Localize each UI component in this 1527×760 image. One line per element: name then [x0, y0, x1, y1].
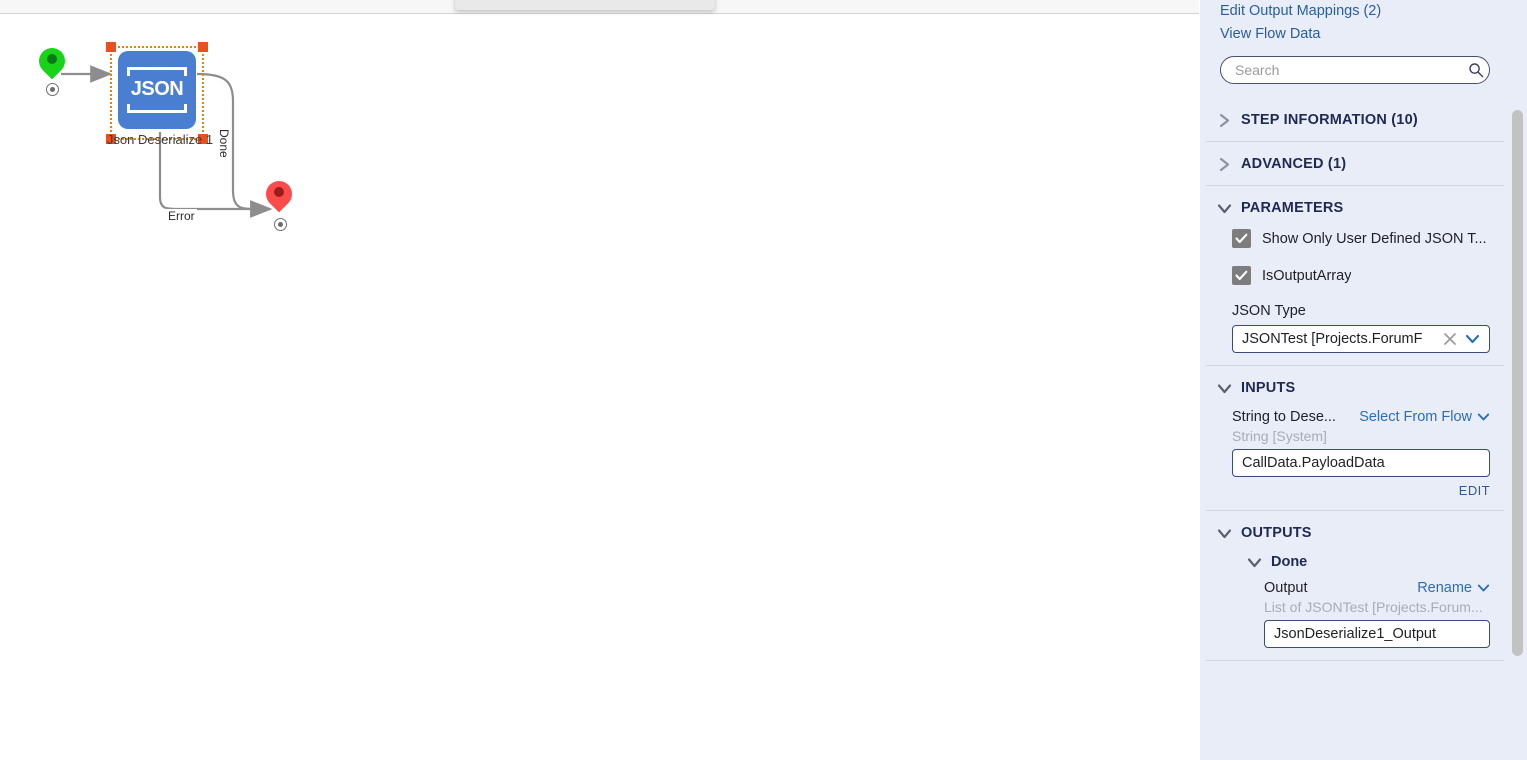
checkbox-row-is-output-array[interactable]: IsOutputArray	[1232, 266, 1490, 285]
floating-toolbar-fragment	[455, 0, 715, 10]
section-advanced[interactable]: ADVANCED (1)	[1200, 142, 1510, 185]
checkbox-is-output-array[interactable]	[1232, 266, 1251, 285]
search-container	[1200, 46, 1510, 84]
section-step-information[interactable]: STEP INFORMATION (10)	[1200, 98, 1510, 141]
checkbox-label-show-only-user-defined: Show Only User Defined JSON T...	[1262, 230, 1487, 247]
outputs-body: Done Output Rename List of JSONTest [Pro…	[1200, 554, 1510, 660]
section-title-step-information: STEP INFORMATION (10)	[1241, 112, 1418, 128]
chevron-down-icon[interactable]	[1461, 326, 1483, 352]
checkbox-row-show-only-user-defined[interactable]: Show Only User Defined JSON T...	[1232, 229, 1490, 248]
start-port-core	[50, 87, 55, 92]
rename-output-label: Rename	[1417, 580, 1472, 596]
section-inputs[interactable]: INPUTS	[1200, 366, 1510, 409]
checkbox-label-is-output-array: IsOutputArray	[1262, 267, 1352, 284]
panel-scrollbar-thumb[interactable]	[1512, 110, 1523, 656]
select-from-flow-label: Select From Flow	[1359, 409, 1472, 425]
section-parameters[interactable]: PARAMETERS	[1200, 186, 1510, 229]
output-field: Output Rename List of JSONTest [Projects…	[1246, 580, 1490, 648]
end-port-core	[278, 222, 283, 227]
output-group-done: Done Output Rename List of JSONTest [Pro…	[1232, 554, 1490, 648]
flow-canvas[interactable]: JSON Json Deserialize 1 Done Error	[0, 15, 1199, 760]
edit-input-link[interactable]: EDIT	[1232, 483, 1490, 498]
chevron-down-icon	[1477, 583, 1490, 593]
panel-scrollbar-track[interactable]	[1512, 0, 1525, 760]
section-title-advanced: ADVANCED (1)	[1241, 156, 1347, 172]
end-pin[interactable]	[260, 175, 298, 219]
chevron-down-icon	[1216, 525, 1232, 541]
start-port[interactable]	[46, 83, 59, 96]
divider	[1206, 660, 1504, 661]
start-pin-dot	[47, 54, 57, 64]
panel-links: Edit Output Mappings (2) View Flow Data	[1200, 0, 1510, 46]
input-type-hint: String [System]	[1232, 428, 1327, 444]
chevron-right-icon	[1216, 112, 1232, 128]
chevron-down-icon	[1246, 554, 1262, 570]
chevron-down-icon	[1477, 412, 1490, 422]
output-field-header: Output Rename	[1264, 580, 1490, 596]
edge-label-done: Done	[217, 127, 231, 160]
resize-handle-top-left[interactable]	[106, 42, 116, 52]
rename-output-link[interactable]: Rename	[1417, 580, 1490, 596]
output-group-title: Done	[1271, 554, 1308, 570]
output-group-header[interactable]: Done	[1246, 554, 1490, 570]
view-flow-data-link[interactable]: View Flow Data	[1220, 23, 1490, 46]
output-field-label: Output	[1264, 580, 1308, 596]
search-box[interactable]	[1220, 56, 1490, 84]
app-root: JSON Json Deserialize 1 Done Error Edit …	[0, 0, 1527, 760]
select-from-flow-link[interactable]: Select From Flow	[1359, 409, 1490, 425]
chevron-right-icon	[1216, 156, 1232, 172]
end-port[interactable]	[274, 218, 287, 231]
checkbox-show-only-user-defined[interactable]	[1232, 229, 1251, 248]
output-value-field[interactable]: JsonDeserialize1_Output	[1264, 620, 1490, 648]
edit-output-mappings-link[interactable]: Edit Output Mappings (2)	[1220, 0, 1490, 23]
section-title-outputs: OUTPUTS	[1241, 525, 1312, 541]
node-selection-box[interactable]	[106, 42, 208, 144]
end-pin-dot	[274, 187, 284, 197]
output-type-hint: List of JSONTest [Projects.Forum...	[1264, 599, 1483, 615]
input-field-label: String to Dese...	[1232, 409, 1336, 425]
start-pin[interactable]	[33, 42, 71, 86]
properties-panel: Edit Output Mappings (2) View Flow Data	[1199, 0, 1527, 760]
close-icon[interactable]	[1439, 326, 1461, 352]
section-title-inputs: INPUTS	[1241, 380, 1296, 396]
top-toolbar-strip	[0, 0, 1199, 14]
section-outputs[interactable]: OUTPUTS	[1200, 511, 1510, 554]
json-type-label: JSON Type	[1232, 303, 1306, 319]
search-input[interactable]	[1221, 62, 1463, 78]
resize-handle-top-right[interactable]	[198, 42, 208, 52]
json-type-select[interactable]: JSONTest [Projects.ForumF	[1232, 325, 1490, 353]
json-type-value: JSONTest [Projects.ForumF	[1242, 331, 1423, 347]
edge-label-error: Error	[166, 209, 197, 223]
chevron-down-icon	[1216, 200, 1232, 216]
input-field-header: String to Dese... Select From Flow	[1232, 409, 1490, 425]
parameters-body: Show Only User Defined JSON T... IsOutpu…	[1200, 229, 1510, 365]
chevron-down-icon	[1216, 380, 1232, 396]
section-title-parameters: PARAMETERS	[1241, 200, 1344, 216]
search-icon[interactable]	[1463, 57, 1489, 83]
inputs-body: String to Dese... Select From Flow Strin…	[1200, 409, 1510, 510]
properties-panel-content: Edit Output Mappings (2) View Flow Data	[1200, 0, 1510, 661]
input-value-field[interactable]: CallData.PayloadData	[1232, 449, 1490, 477]
